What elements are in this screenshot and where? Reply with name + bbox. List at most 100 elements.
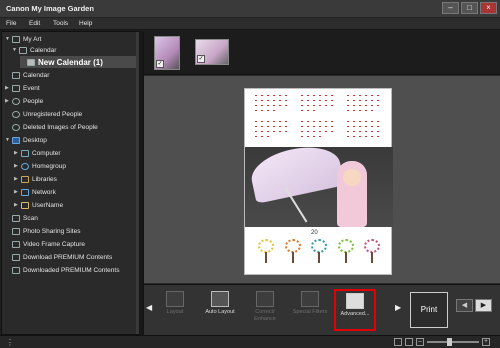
tree-icon bbox=[310, 239, 328, 263]
sidebar-item-libraries[interactable]: ▶ Libraries bbox=[14, 174, 57, 184]
correct-enhance-button[interactable]: Correct/ Enhance bbox=[244, 289, 286, 331]
calendar-page[interactable]: 20 bbox=[244, 88, 393, 275]
window-title: Canon My Image Garden bbox=[6, 4, 94, 13]
sidebar-item-label: Libraries bbox=[32, 175, 57, 183]
sidebar-item-event[interactable]: ▶ Event bbox=[5, 83, 40, 93]
full-screen-icon[interactable] bbox=[405, 338, 413, 346]
more-options-icon[interactable]: ⋮ bbox=[6, 338, 14, 347]
sidebar-item-calendar[interactable]: Calendar bbox=[5, 70, 49, 80]
sidebar-item-label: Homegroup bbox=[32, 162, 66, 170]
sidebar-item-computer[interactable]: ▶ Computer bbox=[14, 148, 61, 158]
zoom-out-button[interactable]: – bbox=[416, 338, 424, 346]
thumbnail-1[interactable]: ✓ bbox=[154, 36, 180, 70]
layout-label: Layout bbox=[166, 309, 184, 315]
minimize-button[interactable]: – bbox=[442, 2, 459, 14]
zoom-slider-handle[interactable] bbox=[447, 338, 452, 346]
menu-edit[interactable]: Edit bbox=[29, 20, 40, 27]
menu-file[interactable]: File bbox=[6, 20, 16, 27]
expand-arrow-icon[interactable]: ▼ bbox=[5, 36, 12, 42]
download-icon bbox=[12, 253, 20, 261]
calendar-month bbox=[299, 119, 339, 142]
fit-page-icon[interactable] bbox=[394, 338, 402, 346]
thumbnail-2[interactable]: ✓ bbox=[195, 39, 229, 65]
sidebar-item-label: New Calendar (1) bbox=[38, 57, 103, 67]
checkbox[interactable]: ✓ bbox=[156, 60, 164, 68]
expand-arrow-icon[interactable]: ▶ bbox=[14, 163, 21, 169]
auto-layout-button[interactable]: Auto Layout bbox=[199, 289, 241, 331]
computer-icon bbox=[21, 149, 29, 157]
sidebar-item-calendar-folder[interactable]: ▼ Calendar bbox=[12, 45, 56, 55]
window-controls: – □ × bbox=[442, 2, 497, 14]
expand-arrow-icon[interactable]: ▶ bbox=[14, 189, 21, 195]
sidebar-item-my-art[interactable]: ▼ My Art bbox=[5, 34, 41, 44]
sidebar-item-desktop[interactable]: ▼ Desktop bbox=[5, 135, 47, 145]
advanced-button[interactable]: Advanced... bbox=[334, 289, 376, 331]
sidebar-item-label: Scan bbox=[23, 214, 38, 222]
sidebar-item-label: UserName bbox=[32, 201, 64, 209]
checkbox[interactable]: ✓ bbox=[197, 55, 205, 63]
expand-arrow-icon[interactable]: ▶ bbox=[14, 150, 21, 156]
tree-decorations bbox=[257, 239, 381, 265]
sidebar-item-download-premium[interactable]: Download PREMIUM Contents bbox=[5, 252, 112, 262]
auto-layout-label: Auto Layout bbox=[205, 309, 235, 315]
sidebar-item-scan[interactable]: Scan bbox=[5, 213, 38, 223]
calendar-month bbox=[253, 93, 293, 116]
sidebar-scrollbar[interactable] bbox=[136, 32, 139, 334]
photo-sharing-icon bbox=[12, 227, 20, 235]
sidebar-item-label: Downloaded PREMIUM Contents bbox=[23, 266, 120, 274]
preview-area: 20 bbox=[144, 76, 500, 283]
film-icon bbox=[12, 240, 20, 248]
sidebar-item-username[interactable]: ▶ UserName bbox=[14, 200, 63, 210]
expand-arrow-icon[interactable]: ▶ bbox=[5, 98, 12, 104]
print-button[interactable]: Print bbox=[410, 292, 448, 328]
zoom-slider[interactable] bbox=[427, 338, 479, 346]
toolbar-next-icon[interactable]: ▶ bbox=[395, 303, 401, 312]
title-bar: Canon My Image Garden – □ × bbox=[0, 0, 500, 18]
sidebar-item-label: Unregistered People bbox=[23, 110, 83, 118]
menu-help[interactable]: Help bbox=[79, 20, 92, 27]
person-icon bbox=[12, 123, 20, 131]
sidebar-item-label: Calendar bbox=[23, 71, 50, 79]
expand-arrow-icon[interactable]: ▶ bbox=[14, 176, 21, 182]
tree-icon bbox=[257, 239, 275, 263]
zoom-control: – + bbox=[394, 338, 490, 346]
sidebar-item-photo-sharing[interactable]: Photo Sharing Sites bbox=[5, 226, 80, 236]
sidebar-item-downloaded-premium[interactable]: Downloaded PREMIUM Contents bbox=[5, 265, 119, 275]
expand-arrow-icon[interactable]: ▶ bbox=[5, 85, 12, 91]
zoom-in-button[interactable]: + bbox=[482, 338, 490, 346]
maximize-button[interactable]: □ bbox=[461, 2, 478, 14]
expand-arrow-icon[interactable]: ▼ bbox=[5, 137, 12, 143]
sidebar-item-homegroup[interactable]: ▶ Homegroup bbox=[14, 161, 66, 171]
homegroup-icon bbox=[21, 162, 29, 170]
calendar-photo[interactable] bbox=[245, 147, 393, 227]
calendar-month bbox=[253, 119, 293, 142]
sidebar-item-unregistered-people[interactable]: Unregistered People bbox=[5, 109, 82, 119]
layout-button[interactable]: Layout bbox=[154, 289, 196, 331]
calendar-month bbox=[345, 93, 385, 116]
sidebar-item-network[interactable]: ▶ Network bbox=[14, 187, 56, 197]
special-filters-button[interactable]: Special Filters bbox=[289, 289, 331, 331]
event-icon bbox=[12, 84, 20, 92]
menu-tools[interactable]: Tools bbox=[53, 20, 68, 27]
sidebar-item-people[interactable]: ▶ People bbox=[5, 96, 43, 106]
user-folder-icon bbox=[21, 201, 29, 209]
sidebar-item-deleted-images[interactable]: Deleted Images of People bbox=[5, 122, 98, 132]
calendar-icon bbox=[19, 46, 27, 54]
close-button[interactable]: × bbox=[480, 2, 497, 14]
advanced-icon bbox=[346, 293, 364, 309]
page-next-button[interactable]: ▶ bbox=[475, 299, 492, 312]
correct-enhance-label: Correct/ Enhance bbox=[254, 309, 276, 322]
sidebar-item-label: Computer bbox=[32, 149, 61, 157]
calendar-year: 20 bbox=[311, 230, 318, 236]
expand-arrow-icon[interactable]: ▶ bbox=[14, 202, 21, 208]
correct-enhance-icon bbox=[256, 291, 274, 307]
sidebar-item-video-frame[interactable]: Video Frame Capture bbox=[5, 239, 85, 249]
expand-arrow-icon[interactable]: ▼ bbox=[12, 47, 19, 53]
calendar-page-icon bbox=[27, 58, 35, 66]
edit-toolbar: ◀ Layout Auto Layout Correct/ Enhance Sp… bbox=[144, 284, 500, 335]
sidebar-item-label: Video Frame Capture bbox=[23, 240, 86, 248]
advanced-label: Advanced... bbox=[340, 311, 370, 317]
toolbar-prev-icon[interactable]: ◀ bbox=[146, 303, 152, 312]
sidebar-item-new-calendar[interactable]: New Calendar (1) bbox=[20, 56, 136, 68]
page-prev-button[interactable]: ◀ bbox=[456, 299, 473, 312]
